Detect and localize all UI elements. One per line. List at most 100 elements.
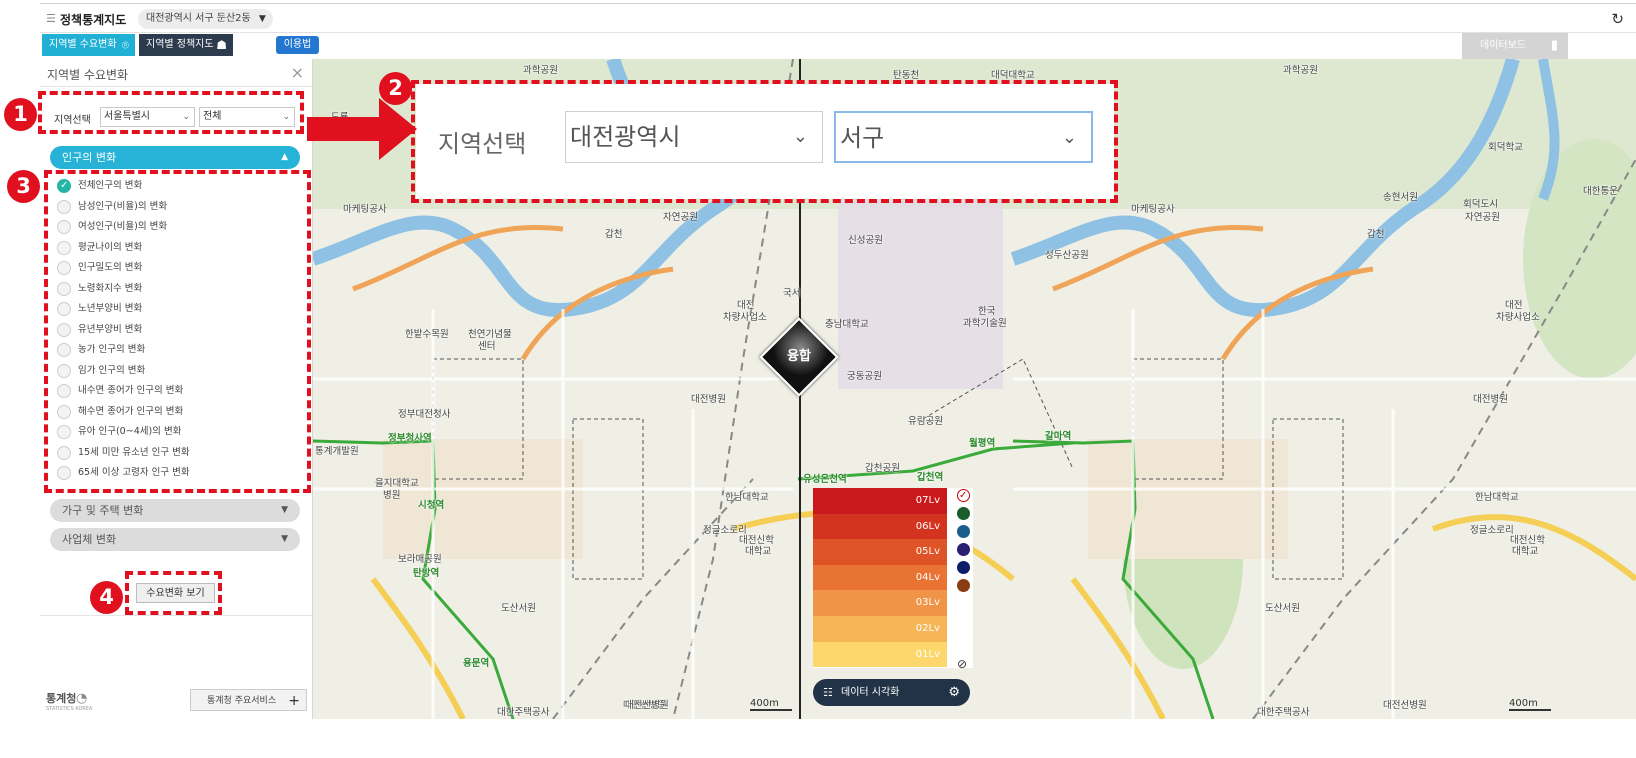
annotation-box-4	[125, 571, 222, 615]
legend-level: 03Lv	[813, 590, 947, 616]
map-label: 자연공원	[663, 212, 698, 223]
category-label: 인구의 변화	[62, 151, 117, 164]
usage-guide-button[interactable]: 이용법	[276, 36, 319, 54]
category-household[interactable]: 가구 및 주택 변화 ▼	[50, 499, 300, 522]
map-label: 대덕대학교	[991, 70, 1035, 81]
viz-label: 데이터 시각화	[841, 687, 900, 698]
data-legend: ⊘ 07Lv 06Lv 05Lv 04Lv 03Lv 02Lv 01Lv	[813, 487, 973, 671]
map-label: 정부대전청사	[398, 409, 451, 420]
map-label: 도산서원	[501, 603, 536, 614]
map-label: 갑천	[1367, 229, 1385, 240]
map-label: 한남대학교	[1475, 492, 1519, 503]
map-people-icon: ☗	[216, 38, 227, 52]
map-label: 차량사업소	[723, 312, 767, 323]
chevron-down-icon: ▼	[281, 505, 288, 515]
map-label: 탄동천	[893, 70, 920, 81]
color-swatch[interactable]	[957, 507, 970, 520]
legend-level: 06Lv	[813, 513, 947, 540]
location-value: 대전광역시 서구 둔산2동	[146, 13, 251, 24]
logo-swirl-icon: ◔	[76, 691, 88, 706]
map-label: 충남대학교	[825, 319, 869, 330]
statistics-korea-logo[interactable]: 통계청 STATISTICS KOREA ◔	[46, 690, 92, 712]
color-swatch[interactable]	[957, 561, 970, 574]
map-label: 정글소로리	[1470, 525, 1514, 536]
divider	[40, 86, 312, 87]
chevron-down-icon: ▼	[258, 14, 266, 24]
subway-station: 탄방역	[413, 568, 440, 579]
color-swatch[interactable]	[957, 543, 970, 556]
reset-color-icon[interactable]: ⊘	[957, 657, 967, 671]
tab-policy-map[interactable]: 지역별 정책지도 ☗	[139, 34, 233, 56]
map-label: 대한주택공사	[1257, 707, 1310, 718]
tab-label: 지역별 정책지도	[146, 39, 214, 50]
legend-level: 02Lv	[813, 616, 947, 642]
map-label: 차량사업소	[1496, 312, 1540, 323]
fusion-label: 융합	[787, 349, 811, 364]
main-services-button[interactable]: 통계청 주요서비스 +	[190, 689, 307, 711]
map-label: 회덕학교	[1488, 142, 1523, 153]
close-icon[interactable]: ×	[291, 63, 304, 82]
map-scale: 400m	[1509, 698, 1551, 711]
data-visualization-button[interactable]: ☷ 데이터 시각화 ⚙	[813, 679, 970, 706]
map-label: 신성공원	[848, 235, 883, 246]
annotation-number-1: 1	[4, 98, 37, 131]
map-label: 자연공원	[1465, 212, 1500, 223]
category-label: 사업체 변화	[62, 533, 117, 546]
category-population[interactable]: 인구의 변화 ▲	[50, 146, 300, 169]
map-label: 대전선병원	[1383, 700, 1427, 711]
map-label: 대한주택공사	[497, 707, 550, 718]
annotation-box-3	[44, 170, 311, 493]
map-label: 갑천공원	[865, 463, 900, 474]
map-label: 과학기술원	[963, 318, 1007, 329]
map-label: 과학공원	[523, 65, 558, 76]
annotation-arrow-head	[379, 98, 417, 160]
menu-icon[interactable]: ☰	[46, 12, 56, 25]
map-label: 마케팅공사	[1131, 204, 1175, 215]
bar-chart-icon: ▮	[1550, 38, 1558, 53]
map-label: 성두산공원	[1045, 250, 1089, 261]
legend-level: 07Lv	[813, 488, 947, 514]
map-label: 갑천	[605, 229, 623, 240]
divider	[40, 615, 312, 616]
top-bar: ☰ 정책통계지도 대전광역시 서구 둔산2동 ▼ ↻	[40, 3, 1636, 33]
map-label: 궁동공원	[847, 371, 882, 382]
map-label: 대전선병원	[625, 700, 669, 711]
annotation-number-4: 4	[90, 581, 123, 614]
dashboard-button[interactable]: 데이터보드 ▮	[1462, 33, 1568, 59]
category-label: 가구 및 주택 변화	[62, 504, 144, 517]
map-label: 과학공원	[1283, 65, 1318, 76]
map-label: 통계개발원	[315, 446, 359, 457]
category-business[interactable]: 사업체 변화 ▼	[50, 528, 300, 551]
map-label: 대전병원	[1473, 394, 1508, 405]
color-swatch[interactable]	[957, 525, 970, 538]
map-label: 보라매공원	[398, 554, 442, 565]
tab-bar: 지역별 수요변화 ⌾ 지역별 정책지도 ☗ 이용법 데이터보드 ▮	[40, 33, 1636, 59]
dashboard-label: 데이터보드	[1480, 40, 1526, 51]
map-label: 센터	[478, 341, 496, 352]
subway-station: 월평역	[969, 438, 996, 449]
legend-level: 05Lv	[813, 539, 947, 565]
map-label: 회덕도시	[1463, 199, 1498, 210]
map-scale: 400m	[750, 698, 792, 711]
tab-demand-change[interactable]: 지역별 수요변화 ⌾	[42, 34, 135, 56]
chevron-up-icon: ▲	[281, 152, 288, 162]
annotation-box-1	[38, 91, 304, 134]
map-label: 한밭수목원	[405, 329, 449, 340]
list-icon: ☷	[823, 686, 833, 699]
color-swatch[interactable]	[957, 487, 970, 505]
logo-subtext: STATISTICS KOREA	[46, 706, 93, 712]
subway-station: 갑천역	[917, 472, 944, 483]
subway-station: 정부청사역	[388, 433, 432, 444]
app-title: 정책통계지도	[60, 13, 127, 27]
refresh-icon[interactable]: ↻	[1611, 10, 1624, 28]
logo-text: 통계청	[46, 692, 77, 705]
plus-icon: +	[288, 693, 300, 709]
map-label: 대학교	[1512, 546, 1539, 557]
location-select[interactable]: 대전광역시 서구 둔산2동 ▼	[138, 9, 273, 29]
map-label: 대전병원	[691, 394, 726, 405]
color-swatch[interactable]	[957, 579, 970, 592]
map-label: 마케팅공사	[343, 204, 387, 215]
subway-station: 유성온천역	[803, 474, 847, 485]
tab-label: 지역별 수요변화	[49, 39, 117, 50]
legend-level: 01Lv	[813, 641, 947, 668]
